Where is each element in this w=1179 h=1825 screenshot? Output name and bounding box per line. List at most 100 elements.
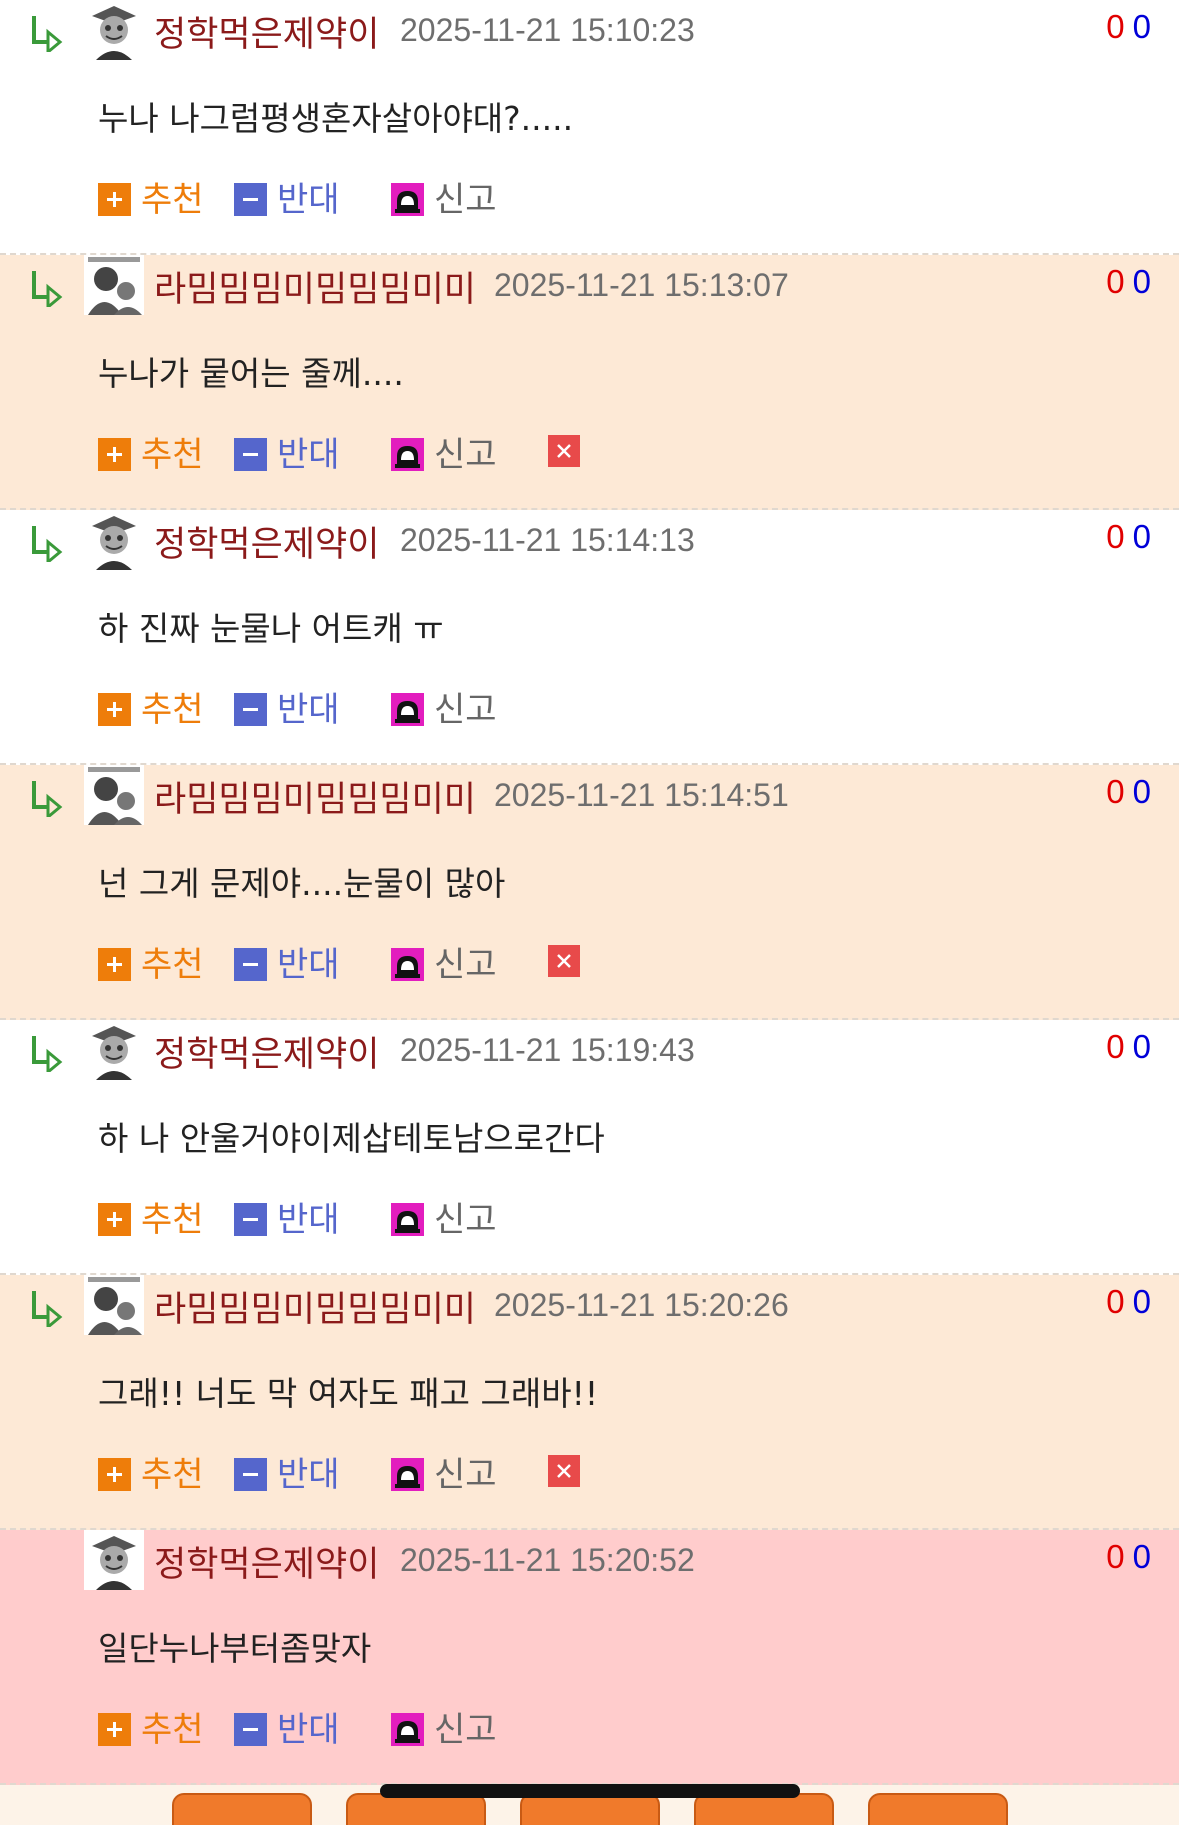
- minus-icon: [234, 182, 267, 216]
- recommend-label: 추천: [141, 1199, 204, 1240]
- recommend-label: 추천: [141, 1709, 204, 1750]
- recommend-button[interactable]: 추천: [98, 1706, 204, 1750]
- delete-icon[interactable]: [548, 1455, 580, 1487]
- downvote-count: 0: [1132, 518, 1151, 555]
- comment-author[interactable]: 라밈밈밈미밈밈밈미미: [154, 1281, 476, 1332]
- report-label: 신고: [434, 179, 497, 220]
- siren-icon: [391, 1457, 424, 1491]
- comment-score: 00: [1106, 1028, 1151, 1066]
- plus-icon: [98, 1457, 131, 1491]
- oppose-button[interactable]: 반대: [234, 1706, 340, 1750]
- oppose-button[interactable]: 반대: [234, 176, 340, 220]
- avatar-icon[interactable]: [84, 1530, 144, 1590]
- siren-icon: [391, 692, 424, 726]
- oppose-label: 반대: [277, 944, 340, 985]
- siren-icon: [391, 182, 424, 216]
- comment-item: 라밈밈밈미밈밈밈미미 2025-11-21 15:20:26 00 그래!! 너…: [0, 1275, 1179, 1530]
- oppose-label: 반대: [277, 179, 340, 220]
- recommend-button[interactable]: 추천: [98, 1451, 204, 1495]
- report-label: 신고: [434, 689, 497, 730]
- minus-icon: [234, 437, 267, 471]
- upvote-count: 0: [1106, 8, 1125, 45]
- minus-icon: [234, 947, 267, 981]
- recommend-button[interactable]: 추천: [98, 431, 204, 475]
- comment-author[interactable]: 정학먹은제약이: [154, 6, 379, 57]
- comment-date: 2025-11-21 15:10:23: [400, 12, 695, 48]
- recommend-button[interactable]: 추천: [98, 176, 204, 220]
- recommend-button[interactable]: 추천: [98, 941, 204, 985]
- comment-author[interactable]: 정학먹은제약이: [154, 1536, 379, 1587]
- recommend-label: 추천: [141, 1454, 204, 1495]
- comment-text: 누나가 뭍어는 줄께....: [98, 354, 404, 393]
- comment-item: 정학먹은제약이 2025-11-21 15:20:52 00 일단누나부터좀맞자…: [0, 1530, 1179, 1785]
- comment-text: 넌 그게 문제야....눈물이 많아: [98, 864, 506, 903]
- comment-score: 00: [1106, 1538, 1151, 1576]
- downvote-count: 0: [1132, 1283, 1151, 1320]
- delete-icon[interactable]: [548, 435, 580, 467]
- comment-date: 2025-11-21 15:20:52: [400, 1542, 695, 1578]
- recommend-label: 추천: [141, 944, 204, 985]
- reply-arrow-icon: [32, 781, 63, 817]
- plus-icon: [98, 182, 131, 216]
- oppose-label: 반대: [277, 689, 340, 730]
- downvote-count: 0: [1132, 8, 1151, 45]
- plus-icon: [98, 692, 131, 726]
- avatar-icon[interactable]: [84, 510, 144, 570]
- comment-date: 2025-11-21 15:20:26: [494, 1287, 789, 1323]
- comment-item: 정학먹은제약이 2025-11-21 15:14:13 00 하 진짜 눈물나 …: [0, 510, 1179, 765]
- comment-author[interactable]: 정학먹은제약이: [154, 1026, 379, 1077]
- oppose-button[interactable]: 반대: [234, 1196, 340, 1240]
- oppose-button[interactable]: 반대: [234, 431, 340, 475]
- reply-arrow-icon: [32, 271, 63, 307]
- avatar-icon[interactable]: [84, 255, 144, 315]
- report-button[interactable]: 신고: [391, 686, 497, 730]
- upvote-count: 0: [1106, 263, 1125, 300]
- comment-score: 00: [1106, 263, 1151, 301]
- report-label: 신고: [434, 1199, 497, 1240]
- recommend-button[interactable]: 추천: [98, 686, 204, 730]
- comment-item: 라밈밈밈미밈밈밈미미 2025-11-21 15:13:07 00 누나가 뭍어…: [0, 255, 1179, 510]
- report-button[interactable]: 신고: [391, 941, 497, 985]
- comment-text: 누나 나그럼평생혼자살아야대?.....: [98, 99, 574, 138]
- delete-icon[interactable]: [548, 945, 580, 977]
- avatar-icon[interactable]: [84, 1275, 144, 1335]
- oppose-label: 반대: [277, 1709, 340, 1750]
- report-button[interactable]: 신고: [391, 1706, 497, 1750]
- avatar-icon[interactable]: [84, 765, 144, 825]
- report-button[interactable]: 신고: [391, 1451, 497, 1495]
- home-indicator[interactable]: [380, 1784, 800, 1798]
- upvote-count: 0: [1106, 1538, 1125, 1575]
- comment-text: 하 진짜 눈물나 어트캐 ㅠ: [98, 609, 444, 648]
- comment-author[interactable]: 정학먹은제약이: [154, 516, 379, 567]
- comment-author[interactable]: 라밈밈밈미밈밈밈미미: [154, 771, 476, 822]
- comment-item: 정학먹은제약이 2025-11-21 15:10:23 00 누나 나그럼평생혼…: [0, 0, 1179, 255]
- comment-text: 하 나 안울거야이제삽테토남으로간다: [98, 1119, 605, 1158]
- comment-item: 정학먹은제약이 2025-11-21 15:19:43 00 하 나 안울거야이…: [0, 1020, 1179, 1275]
- downvote-count: 0: [1132, 263, 1151, 300]
- report-button[interactable]: 신고: [391, 431, 497, 475]
- report-button[interactable]: 신고: [391, 176, 497, 220]
- siren-icon: [391, 1202, 424, 1236]
- avatar-icon[interactable]: [84, 0, 144, 60]
- report-button[interactable]: 신고: [391, 1196, 497, 1240]
- minus-icon: [234, 1712, 267, 1746]
- report-label: 신고: [434, 944, 497, 985]
- toolbar-button-5[interactable]: [868, 1793, 1008, 1825]
- reply-arrow-icon: [32, 16, 63, 52]
- downvote-count: 0: [1132, 1538, 1151, 1575]
- toolbar-button-1[interactable]: [172, 1793, 312, 1825]
- recommend-label: 추천: [141, 434, 204, 475]
- report-label: 신고: [434, 1454, 497, 1495]
- comment-author[interactable]: 라밈밈밈미밈밈밈미미: [154, 261, 476, 312]
- minus-icon: [234, 1457, 267, 1491]
- comment-score: 00: [1106, 773, 1151, 811]
- avatar-icon[interactable]: [84, 1020, 144, 1080]
- plus-icon: [98, 947, 131, 981]
- oppose-button[interactable]: 반대: [234, 686, 340, 730]
- minus-icon: [234, 1202, 267, 1236]
- oppose-button[interactable]: 반대: [234, 1451, 340, 1495]
- recommend-button[interactable]: 추천: [98, 1196, 204, 1240]
- oppose-button[interactable]: 반대: [234, 941, 340, 985]
- reply-arrow-icon: [32, 1036, 63, 1072]
- recommend-label: 추천: [141, 179, 204, 220]
